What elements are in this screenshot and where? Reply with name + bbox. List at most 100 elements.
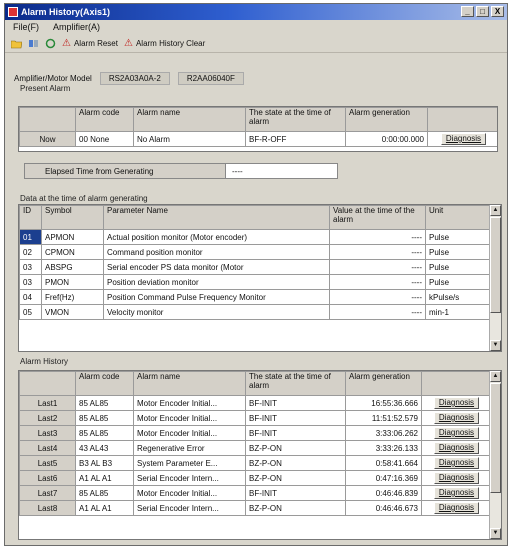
table-row[interactable]: 04 Fref(Hz) Position Command Pulse Frequ… [19, 289, 492, 305]
diagnosis-button[interactable]: Diagnosis [433, 397, 480, 409]
row-label: Last7 [19, 485, 76, 501]
param-symbol: APMON [41, 229, 104, 245]
alarm-name: Serial Encoder Intern... [133, 470, 246, 486]
param-unit: Pulse [425, 229, 492, 245]
alarm-name: Motor Encoder Initial... [133, 425, 246, 441]
row-label: Now [19, 131, 76, 147]
menu-amplifier[interactable]: Amplifier(A) [53, 22, 100, 32]
present-alarm-table: Alarm code Alarm name The state at the t… [18, 106, 498, 152]
param-value: ---- [329, 244, 426, 260]
alarm-reset-button[interactable]: ⚠ Alarm Reset [62, 38, 118, 49]
param-unit: min-1 [425, 304, 492, 320]
close-button[interactable]: X [491, 6, 504, 17]
alarm-time: 11:51:52.579 [345, 410, 422, 426]
alarm-reset-label: Alarm Reset [73, 38, 118, 48]
scroll-up-icon[interactable]: ▲ [490, 371, 501, 382]
diagnosis-button[interactable]: Diagnosis [433, 457, 480, 469]
alarm-name: System Parameter E... [133, 455, 246, 471]
scroll-thumb[interactable] [490, 383, 501, 493]
col-parameter-name: Parameter Name [103, 205, 330, 230]
alarm-state: BF-INIT [245, 425, 346, 441]
scroll-up-icon[interactable]: ▲ [490, 205, 501, 216]
alarm-code: A1 AL A1 [75, 470, 134, 486]
diagnosis-button[interactable]: Diagnosis [433, 427, 480, 439]
param-value: ---- [329, 259, 426, 275]
col-generation: Alarm generation [345, 371, 422, 396]
alarm-name: Motor Encoder Initial... [133, 395, 246, 411]
alarm-code: B3 AL B3 [75, 455, 134, 471]
alarm-state: BZ-P-ON [245, 470, 346, 486]
scroll-down-icon[interactable]: ▼ [490, 340, 501, 351]
menu-bar: File(F) Amplifier(A) [5, 20, 507, 34]
col-symbol: Symbol [41, 205, 104, 230]
col-generation: Alarm generation [345, 107, 428, 132]
alarm-time: 3:33:26.133 [345, 440, 422, 456]
diagnosis-button[interactable]: Diagnosis [433, 442, 480, 454]
diagnosis-button[interactable]: Diagnosis [440, 133, 487, 145]
elapsed-value: ---- [232, 166, 243, 176]
history-scrollbar[interactable]: ▲ ▼ [489, 371, 501, 539]
table-row[interactable]: 01 APMON Actual position monitor (Motor … [19, 229, 492, 245]
status-data-label: Data at the time of alarm generating [20, 194, 148, 203]
alarm-time: 0:47:16.369 [345, 470, 422, 486]
diagnosis-button[interactable]: Diagnosis [433, 502, 480, 514]
table-row: Now 00 None No Alarm BF-R-OFF 0:00:00.00… [19, 131, 497, 147]
param-value: ---- [329, 289, 426, 305]
alarm-state: BZ-P-ON [245, 440, 346, 456]
alarm-name: Motor Encoder Initial... [133, 485, 246, 501]
col-id: ID [19, 205, 42, 230]
alarm-time: 0:00:00.000 [345, 131, 428, 147]
col-value: Value at the time of the alarm [329, 205, 426, 230]
alarm-time: 0:46:46.839 [345, 485, 422, 501]
param-id: 03 [19, 274, 42, 290]
col-alarm-code: Alarm code [75, 371, 134, 396]
param-name: Velocity monitor [103, 304, 330, 320]
alarm-history-table: Alarm code Alarm name The state at the t… [18, 370, 502, 540]
warning-icon: ⚠ [123, 37, 133, 49]
maximize-button[interactable]: □ [476, 6, 489, 17]
connect-icon[interactable] [28, 38, 39, 49]
alarm-code: A1 AL A1 [75, 500, 134, 516]
table-row[interactable]: 05 VMON Velocity monitor ---- min-1 [19, 304, 492, 320]
alarm-code: 85 AL85 [75, 425, 134, 441]
motor-model: R2AA06040F [177, 72, 244, 85]
scroll-down-icon[interactable]: ▼ [490, 528, 501, 539]
param-id: 05 [19, 304, 42, 320]
table-row[interactable]: 03 PMON Position deviation monitor ---- … [19, 274, 492, 290]
param-symbol: PMON [41, 274, 104, 290]
minimize-button[interactable]: _ [461, 6, 474, 17]
alarm-code: 85 AL85 [75, 395, 134, 411]
param-value: ---- [329, 229, 426, 245]
open-folder-icon[interactable] [11, 38, 22, 49]
param-unit: kPulse/s [425, 289, 492, 305]
alarm-time: 0:58:41.664 [345, 455, 422, 471]
scroll-thumb[interactable] [490, 217, 501, 313]
diagnosis-button[interactable]: Diagnosis [433, 412, 480, 424]
elapsed-label: Elapsed Time from Generating [25, 164, 226, 178]
table-row: Last8 A1 AL A1 Serial Encoder Intern... … [19, 500, 492, 516]
alarm-history-clear-button[interactable]: ⚠ Alarm History Clear [124, 38, 205, 49]
refresh-icon[interactable] [45, 38, 56, 49]
alarm-state: BZ-P-ON [245, 455, 346, 471]
diagnosis-button[interactable]: Diagnosis [433, 487, 480, 499]
alarm-state: BF-INIT [245, 485, 346, 501]
warning-icon: ⚠ [62, 37, 71, 49]
param-name: Serial encoder PS data monitor (Motor [103, 259, 330, 275]
table-row: Last5 B3 AL B3 System Parameter E... BZ-… [19, 455, 492, 471]
menu-file[interactable]: File(F) [13, 22, 39, 32]
table-row: Last6 A1 AL A1 Serial Encoder Intern... … [19, 470, 492, 486]
diagnosis-button[interactable]: Diagnosis [433, 472, 480, 484]
table-row: Last2 85 AL85 Motor Encoder Initial... B… [19, 410, 492, 426]
status-scrollbar[interactable]: ▲ ▼ [489, 205, 501, 351]
alarm-code: 85 AL85 [75, 485, 134, 501]
param-id: 01 [19, 229, 42, 245]
table-row[interactable]: 02 CPMON Command position monitor ---- P… [19, 244, 492, 260]
table-row: Last4 43 AL43 Regenerative Error BZ-P-ON… [19, 440, 492, 456]
col-alarm-code: Alarm code [75, 107, 134, 132]
table-row[interactable]: 03 ABSPG Serial encoder PS data monitor … [19, 259, 492, 275]
param-symbol: VMON [41, 304, 104, 320]
alarm-time: 3:33:06.262 [345, 425, 422, 441]
row-label: Last8 [19, 500, 76, 516]
alarm-time: 0:46:46.673 [345, 500, 422, 516]
alarm-name: No Alarm [133, 131, 246, 147]
